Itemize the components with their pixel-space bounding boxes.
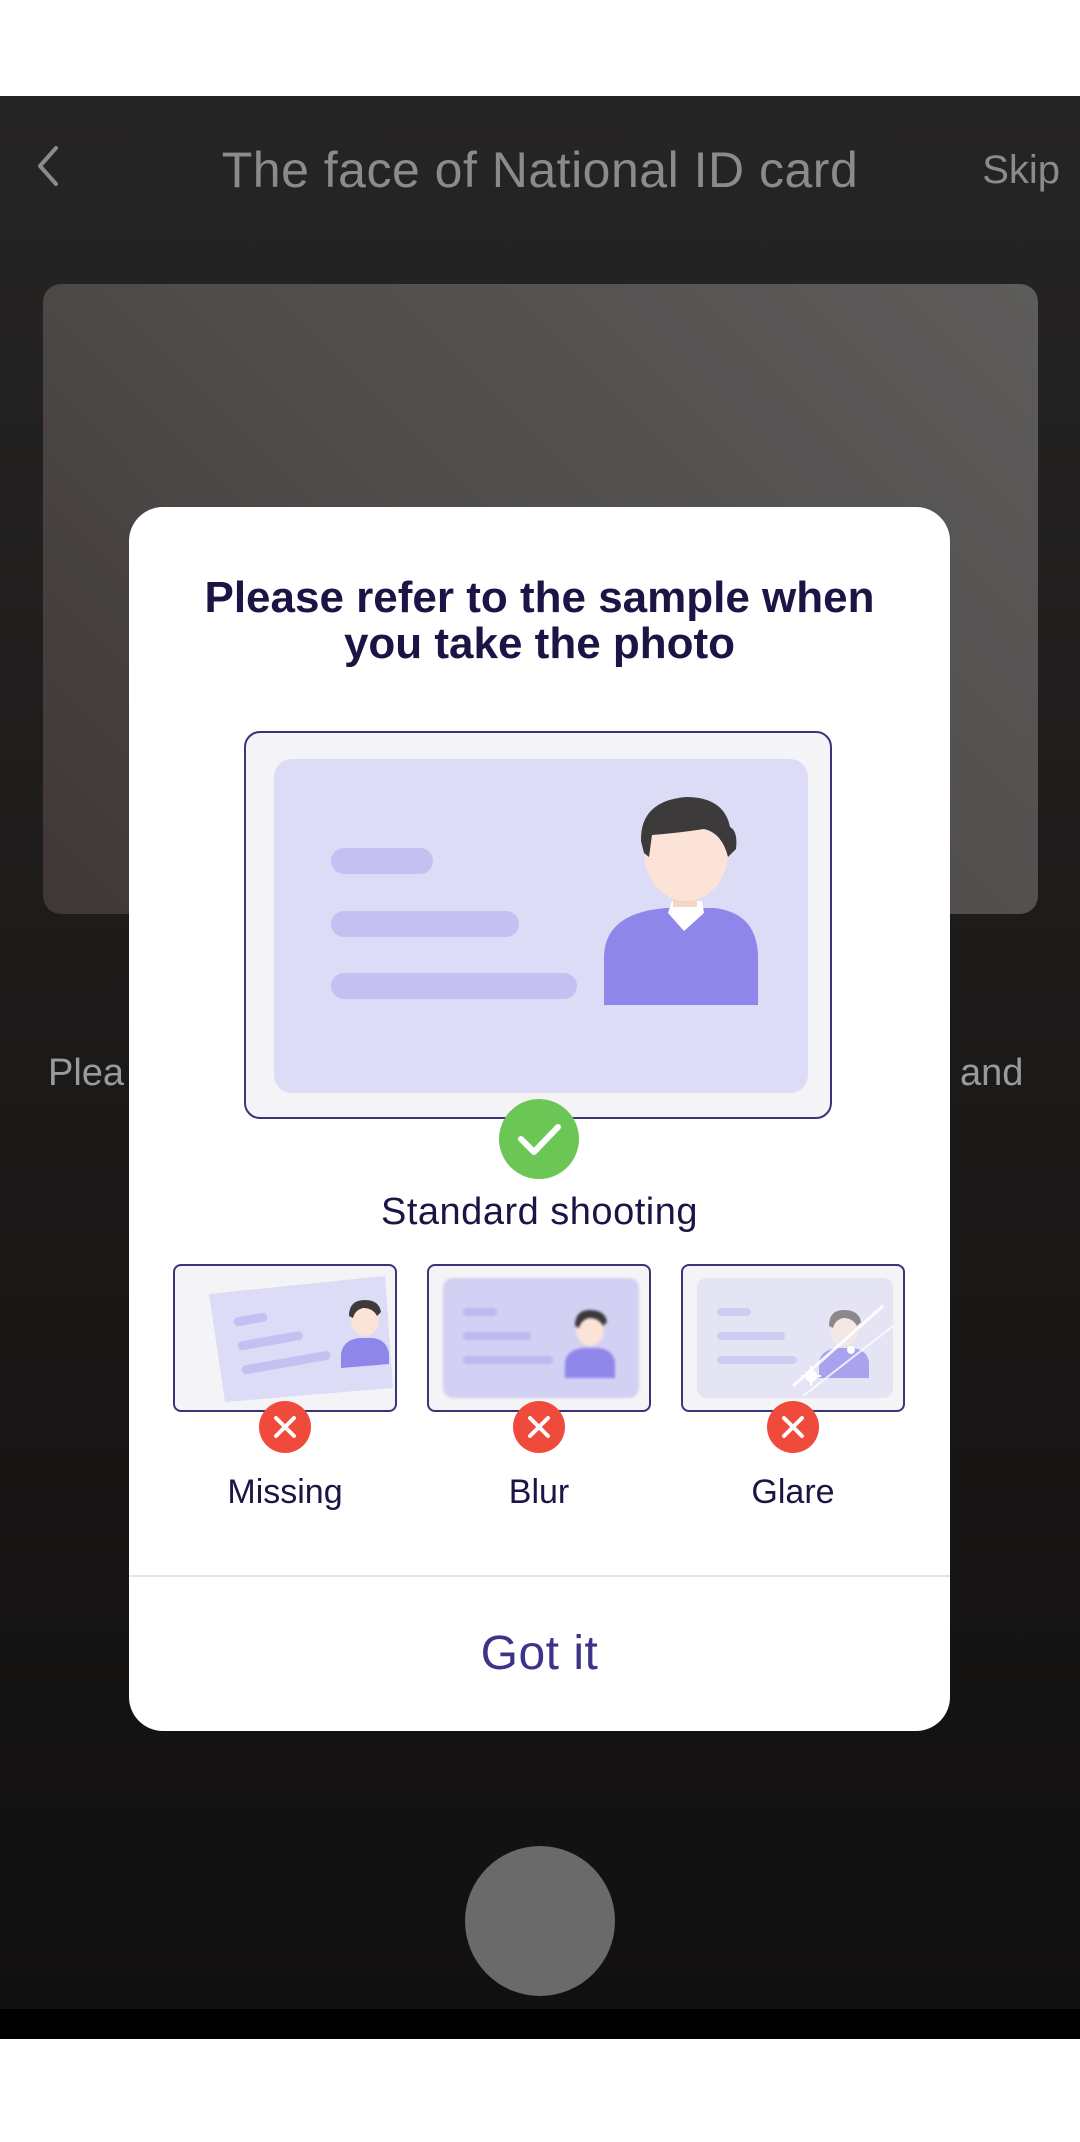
glare-label: Glare: [751, 1473, 835, 1511]
back-button[interactable]: [30, 138, 70, 194]
blur-label: Blur: [508, 1473, 570, 1511]
missing-example-card: [173, 1264, 397, 1412]
check-icon: [499, 1099, 579, 1179]
navigation-bar: [0, 2009, 1080, 2039]
id-card-illustration: [274, 759, 808, 1093]
chevron-left-icon: [38, 146, 58, 186]
sample-guide-dialog: Please refer to the sample when you take…: [129, 507, 950, 1731]
error-x-icon: [513, 1401, 565, 1453]
blur-example-card: [427, 1264, 651, 1412]
page-title: The face of National ID card: [221, 142, 859, 198]
instruction-text-right: and: [960, 1052, 1024, 1094]
error-x-icon: [259, 1401, 311, 1453]
status-bar: [0, 0, 1080, 96]
sample-id-card: [244, 731, 832, 1119]
skip-button[interactable]: Skip: [960, 145, 1060, 195]
glare-card-illustration: [697, 1278, 894, 1398]
got-it-button[interactable]: Got it: [129, 1577, 950, 1731]
blur-card-illustration: [443, 1278, 639, 1398]
missing-card-illustration: [209, 1276, 393, 1402]
missing-label: Missing: [227, 1473, 343, 1511]
dialog-title: Please refer to the sample when you take…: [204, 573, 875, 668]
error-x-icon: [767, 1401, 819, 1453]
instruction-text-left: Plea: [48, 1052, 125, 1094]
standard-shooting-label: Standard shooting: [381, 1191, 698, 1233]
shutter-button[interactable]: [465, 1846, 615, 1996]
bottom-area: [0, 2039, 1080, 2142]
glare-example-card: [681, 1264, 905, 1412]
